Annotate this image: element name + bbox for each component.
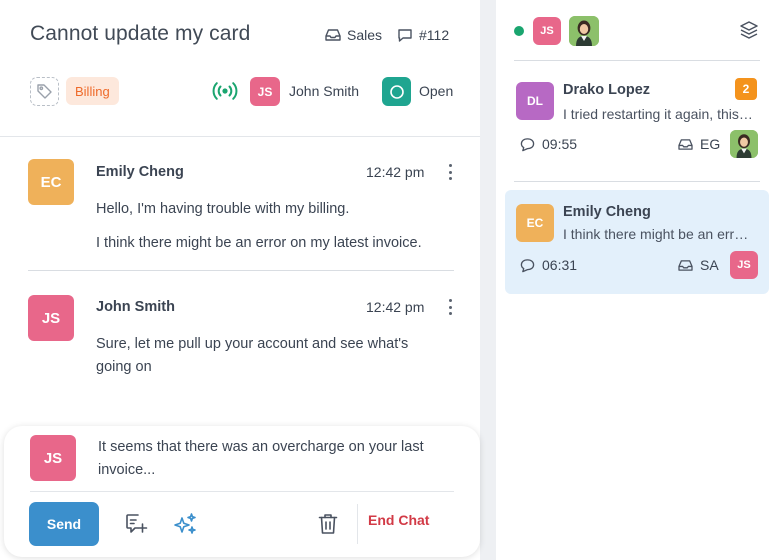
avatar: DL [516, 82, 554, 120]
list-divider [514, 60, 760, 61]
reply-composer: JS It seems that there was an overcharge… [4, 426, 480, 557]
department-label: EG [700, 136, 721, 152]
message-text: Hello, I'm having trouble with my billin… [96, 201, 350, 217]
circle-icon [389, 84, 404, 99]
avatar: JS [30, 435, 76, 481]
reply-input[interactable]: It seems that there was an overcharge on… [98, 436, 458, 482]
avatar: EC [516, 204, 554, 242]
unread-badge: 2 [735, 78, 757, 100]
message-time: 12:42 pm [366, 299, 425, 315]
status-label[interactable]: Open [419, 83, 453, 99]
tag-icon [37, 84, 52, 99]
message-divider [28, 270, 454, 271]
conversation-preview: I tried restarting it again, this time w… [563, 106, 755, 122]
agent-avatar: JS [730, 251, 758, 279]
department-label: SA [700, 257, 719, 273]
broadcast-signal-icon [212, 82, 238, 100]
list-item[interactable]: DL Drako Lopez 2 I tried restarting it a… [505, 66, 769, 170]
message-author: Emily Cheng [96, 164, 184, 180]
conversation-name: Emily Cheng [563, 204, 651, 220]
inbox-icon [325, 29, 341, 41]
header-divider [0, 136, 480, 137]
conversation-preview: I think there might be an error on my la… [563, 226, 755, 242]
conversation-department: SA [678, 257, 719, 273]
delete-button[interactable] [315, 511, 341, 537]
conversation-time-label: 06:31 [542, 257, 578, 273]
avatar: JS [28, 295, 74, 341]
department-label: Sales [347, 27, 383, 43]
message-menu-icon[interactable] [444, 299, 456, 315]
trash-icon [318, 514, 338, 534]
chat-bubble-icon [520, 258, 535, 272]
chat-bubble-icon [398, 28, 412, 42]
assignee-avatar: JS [250, 77, 280, 106]
message-time: 12:42 pm [366, 164, 425, 180]
agent-avatar[interactable]: JS [533, 17, 561, 45]
reply-draft-line: It seems that there was an overcharge on… [98, 439, 424, 455]
avatar: EC [28, 159, 74, 205]
conversation-time: 09:55 [520, 136, 577, 152]
add-note-button[interactable] [123, 511, 149, 537]
agent-photo-avatar[interactable] [569, 16, 599, 46]
ai-assist-button[interactable] [172, 511, 198, 537]
send-button[interactable]: Send [29, 502, 99, 546]
tag-billing[interactable]: Billing [66, 77, 119, 105]
composer-vertical-divider [357, 504, 358, 544]
reply-draft-line: invoice... [98, 462, 156, 478]
person-photo-icon [569, 16, 599, 46]
assignee-name[interactable]: John Smith [289, 83, 359, 99]
sparkles-icon [173, 512, 196, 534]
message-plus-icon [126, 514, 148, 533]
ticket-id-label: #112 [419, 27, 450, 43]
conversation-department: EG [678, 136, 720, 152]
ticket-title: Cannot update my card [30, 22, 251, 45]
message-text: I think there might be an error on my la… [96, 235, 422, 251]
status-indicator[interactable] [382, 77, 411, 106]
composer-divider [30, 491, 454, 492]
ticket-panel: Cannot update my card Sales #112 Billing… [0, 0, 480, 560]
end-chat-button[interactable]: End Chat [368, 512, 429, 528]
inbox-icon [678, 138, 693, 150]
conversation-time-label: 09:55 [542, 136, 578, 152]
layers-icon[interactable] [739, 20, 759, 40]
ticket-department[interactable]: Sales [325, 27, 382, 43]
online-status-dot [514, 26, 524, 36]
conversation-list-panel: JS DL Drako Lopez 2 I tried restarting i… [496, 0, 772, 560]
agent-photo-avatar [730, 130, 758, 158]
person-photo-icon [730, 130, 758, 158]
list-divider [514, 181, 760, 182]
message-menu-icon[interactable] [444, 164, 456, 180]
message-text: Sure, let me pull up your account and se… [96, 336, 409, 352]
ticket-id: #112 [397, 27, 449, 43]
conversation-time: 06:31 [520, 257, 577, 273]
message-text: going on [96, 359, 152, 375]
inbox-icon [678, 259, 693, 271]
list-item[interactable]: EC Emily Cheng I think there might be an… [505, 190, 769, 294]
chat-bubble-icon [520, 137, 535, 151]
add-tag-button[interactable] [30, 77, 59, 106]
conversation-name: Drako Lopez [563, 82, 651, 98]
message-author: John Smith [96, 299, 175, 315]
